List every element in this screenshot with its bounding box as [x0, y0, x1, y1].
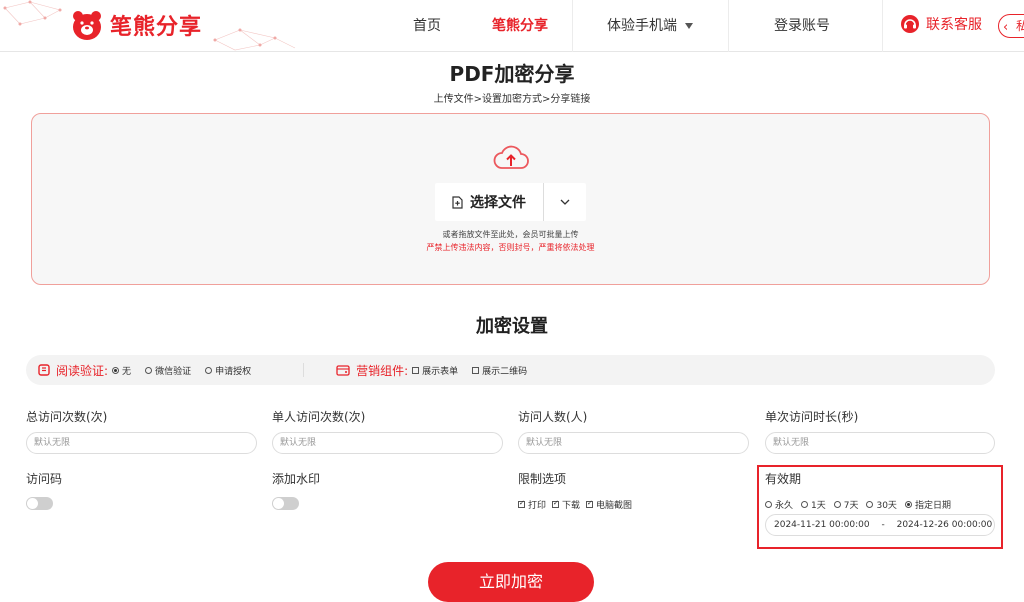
option-label: 微信验证: [155, 366, 192, 377]
limit-print[interactable]: 打印: [518, 498, 546, 511]
option-label: 30天: [876, 501, 897, 511]
headset-icon: [901, 15, 919, 33]
radio-icon: [145, 366, 153, 374]
limit-screenshot[interactable]: 电脑截图: [586, 498, 632, 511]
access-code-label: 访问码: [26, 472, 63, 486]
caret-down-icon: [685, 23, 693, 29]
bear-logo-icon: [73, 11, 101, 40]
radio-icon: [112, 366, 120, 374]
visit-duration-input[interactable]: 默认无限: [765, 432, 995, 454]
chevron-down-icon: [560, 199, 570, 205]
page-title: PDF加密分享: [449, 62, 575, 86]
total-visits-input[interactable]: 默认无限: [26, 432, 257, 454]
choose-file-label: 选择文件: [470, 195, 526, 211]
contact-service-label: 联系客服: [926, 17, 982, 33]
access-code-toggle[interactable]: [26, 497, 53, 510]
choose-file-dropdown[interactable]: [544, 183, 586, 221]
radio-icon: [833, 501, 841, 508]
validity-7days[interactable]: 7天: [833, 498, 859, 511]
nav-bixiong-share[interactable]: 笔熊分享: [486, 0, 554, 52]
nav-mobile[interactable]: 体验手机端: [600, 0, 700, 52]
encrypt-now-button[interactable]: 立即加密: [428, 562, 594, 602]
option-label: 无: [122, 366, 132, 377]
date-end: 2024-12-26 00:00:00: [896, 520, 993, 530]
file-icon: [452, 195, 463, 209]
read-verify-wechat[interactable]: 微信验证: [145, 364, 191, 377]
marketing-show-qrcode[interactable]: 展示二维码: [472, 364, 527, 377]
validity-options: 永久 1天 7天 30天 指定日期: [765, 498, 959, 511]
nav-divider: [728, 0, 729, 52]
marketing-show-form[interactable]: 展示表单: [412, 364, 458, 377]
choose-file-button[interactable]: 选择文件: [435, 183, 544, 221]
read-verify-label: 阅读验证:: [56, 363, 109, 378]
radio-icon: [866, 501, 874, 508]
watermark-toggle[interactable]: [272, 497, 299, 510]
option-label: 1天: [811, 501, 826, 511]
option-label: 永久: [775, 501, 794, 511]
logo-text: 笔熊分享: [110, 15, 203, 40]
limit-download[interactable]: 下载: [552, 498, 580, 511]
validity-1day[interactable]: 1天: [801, 498, 826, 511]
contact-service-button[interactable]: 联系客服: [900, 14, 982, 34]
nav-mobile-label: 体验手机端: [607, 18, 677, 34]
radio-icon: [765, 501, 772, 508]
marketing-label: 营销组件:: [356, 363, 409, 378]
radio-icon: [801, 501, 809, 508]
option-label: 展示二维码: [482, 366, 528, 377]
validity-30days[interactable]: 30天: [866, 498, 897, 511]
radio-icon: [904, 501, 912, 508]
read-verify-apply[interactable]: 申请授权: [205, 364, 251, 377]
checkbox-icon: [472, 366, 480, 374]
per-user-visits-input[interactable]: 默认无限: [272, 432, 503, 454]
nav-divider: [882, 0, 883, 52]
option-label: 电脑截图: [596, 501, 633, 511]
option-label: 下载: [562, 501, 581, 511]
read-verify-icon: [38, 364, 50, 376]
option-label: 展示表单: [422, 366, 459, 377]
choose-file-control: 选择文件: [435, 183, 586, 221]
wallet-icon: [336, 364, 350, 376]
date-separator: -: [881, 520, 885, 530]
logo[interactable]: 笔熊分享: [70, 8, 202, 42]
nav-login[interactable]: 登录账号: [766, 0, 838, 52]
checkbox-icon: [518, 499, 525, 508]
upload-hint: 或者拖放文件至此处，会员可批量上传: [442, 230, 579, 239]
cloud-upload-icon: [493, 145, 529, 169]
settings-title: 加密设置: [476, 316, 548, 337]
nav-home[interactable]: 首页: [404, 0, 450, 52]
checkbox-icon: [586, 499, 594, 508]
validity-label: 有效期: [765, 472, 802, 486]
date-range-picker[interactable]: 2024-11-21 00:00:00 - 2024-12-26 00:00:0…: [765, 514, 995, 536]
visit-duration-label: 单次访问时长(秒): [765, 410, 859, 424]
upload-dropzone[interactable]: 选择文件 或者拖放文件至此处，会员可批量上传 严禁上传违法内容，否则封号，严重将…: [31, 113, 990, 285]
radio-icon: [205, 366, 213, 374]
chevron-left-icon: ‹: [1003, 20, 1009, 35]
checkbox-icon: [412, 366, 420, 374]
nav-divider: [572, 0, 573, 52]
option-label: 申请授权: [215, 366, 252, 377]
option-label: 打印: [528, 501, 547, 511]
visitor-count-input[interactable]: 默认无限: [518, 432, 749, 454]
total-visits-label: 总访问次数(次): [26, 410, 108, 424]
private-tab-label: 私: [1016, 19, 1024, 33]
options-divider: [303, 363, 305, 377]
validity-custom-date[interactable]: 指定日期: [904, 498, 951, 511]
limit-options-label: 限制选项: [518, 472, 567, 486]
upload-warning: 严禁上传违法内容，否则封号，严重将依法处理: [426, 243, 595, 252]
option-label: 7天: [843, 501, 859, 511]
visitor-count-label: 访问人数(人): [518, 410, 588, 424]
option-label: 指定日期: [914, 501, 951, 511]
read-verify-none[interactable]: 无: [112, 364, 131, 377]
watermark-label: 添加水印: [272, 472, 321, 486]
private-tab[interactable]: ‹ 私: [998, 14, 1024, 38]
checkbox-icon: [552, 499, 560, 508]
date-start: 2024-11-21 00:00:00: [774, 520, 870, 530]
top-header: 笔熊分享 首页 笔熊分享 体验手机端 登录账号 联系客服 ‹ 私: [0, 0, 1024, 52]
validity-forever[interactable]: 永久: [765, 498, 793, 511]
limit-options: 打印 下载 电脑截图: [518, 498, 638, 511]
options-bar: 阅读验证: 无 微信验证 申请授权 营销组件: 展示表单 展示二维码: [26, 355, 995, 385]
steps-breadcrumb: 上传文件>设置加密方式>分享链接: [433, 94, 591, 105]
per-user-visits-label: 单人访问次数(次): [272, 410, 366, 424]
